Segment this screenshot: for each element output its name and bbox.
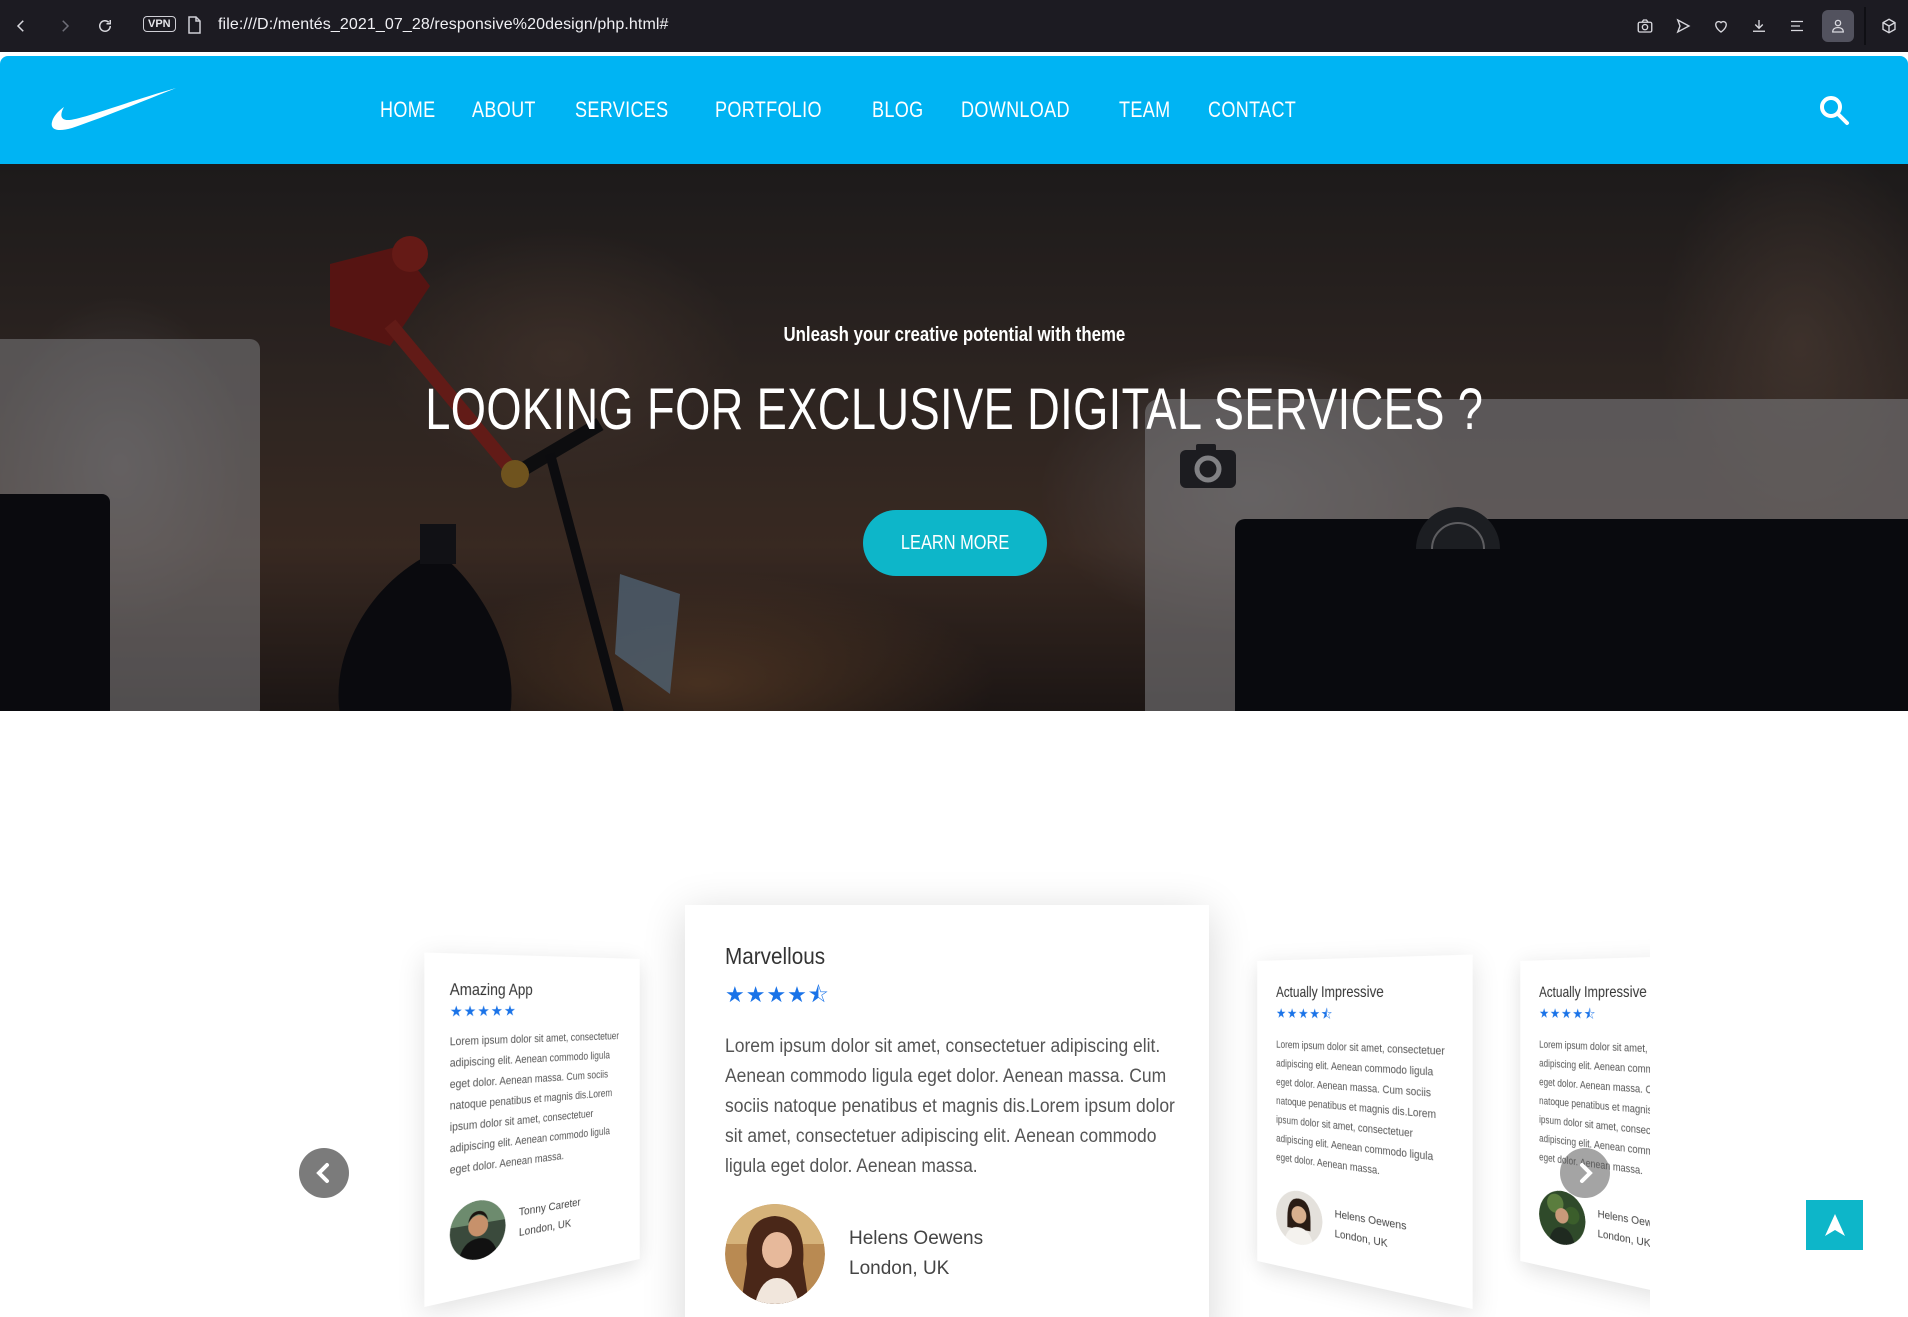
download-icon[interactable] (1740, 7, 1778, 45)
nav-services[interactable]: SERVICES (575, 97, 669, 123)
address-bar[interactable]: file:///D:/mentés_2021_07_28/responsive%… (218, 16, 669, 34)
web-page: HOME ABOUT SERVICES PORTFOLIO BLOG DOWNL… (0, 52, 1908, 1317)
testimonial-card[interactable]: Actually Impressive ★★★★⯪ Lorem ipsum do… (1257, 955, 1472, 1309)
back-icon[interactable] (9, 14, 33, 38)
nav-portfolio[interactable]: PORTFOLIO (715, 97, 822, 123)
author-info: Helens Oewens London, UK (1598, 1204, 1650, 1257)
star-rating: ★★★★⯪ (1539, 1004, 1650, 1031)
heart-icon[interactable] (1702, 7, 1740, 45)
author-info: Helens Oewens London, UK (1335, 1204, 1407, 1257)
avatar (725, 1204, 825, 1304)
testimonial-author: Helens Oewens London, UK (1276, 1187, 1447, 1274)
testimonial-title: Marvellous (725, 943, 1169, 970)
menu-icon[interactable] (1778, 7, 1816, 45)
hero-subtitle: Unleash your creative potential with the… (0, 324, 1908, 347)
chevron-right-icon (1573, 1161, 1597, 1185)
testimonial-text: Lorem ipsum dolor sit amet, consectetuer… (725, 1032, 1185, 1182)
toolbar-divider (1864, 7, 1866, 45)
star-rating: ★★★★⯪ (1276, 1004, 1447, 1031)
arrow-up-icon (1824, 1213, 1846, 1237)
learn-more-button[interactable]: LEARN MORE (863, 510, 1047, 576)
chevron-left-icon (312, 1161, 336, 1185)
nav-team[interactable]: TEAM (1119, 97, 1170, 123)
testimonial-carousel: Amazing App ★★★★★ Lorem ipsum dolor sit … (370, 711, 1650, 1317)
main-navigation: HOME ABOUT SERVICES PORTFOLIO BLOG DOWNL… (380, 56, 1316, 164)
search-icon[interactable] (1818, 94, 1850, 126)
nav-home[interactable]: HOME (380, 97, 435, 123)
forward-icon[interactable] (53, 14, 77, 38)
avatar (1276, 1187, 1322, 1249)
star-rating: ★★★★⯪ (725, 978, 1169, 1016)
carousel-next-button[interactable] (1560, 1148, 1610, 1198)
author-info: Tonny Careter London, UK (519, 1193, 581, 1244)
carousel-prev-button[interactable] (299, 1148, 349, 1198)
vpn-badge[interactable]: VPN (143, 16, 176, 32)
author-name: Helens Oewens (849, 1224, 983, 1254)
hero-section: Unleash your creative potential with the… (0, 164, 1908, 711)
testimonial-title: Actually Impressive (1539, 983, 1650, 1002)
scroll-to-top-button[interactable] (1806, 1200, 1863, 1250)
testimonial-card[interactable]: Amazing App ★★★★★ Lorem ipsum dolor sit … (424, 953, 639, 1307)
site-header: HOME ABOUT SERVICES PORTFOLIO BLOG DOWNL… (0, 56, 1908, 164)
testimonial-author: Helens Oewens London, UK (1539, 1187, 1650, 1274)
reload-icon[interactable] (93, 14, 117, 38)
testimonial-title: Amazing App (450, 981, 621, 1000)
send-icon[interactable] (1664, 7, 1702, 45)
testimonial-card[interactable]: Actually Impressive ★★★★⯪ Lorem ipsum do… (1520, 955, 1650, 1309)
profile-icon[interactable] (1822, 10, 1854, 42)
extension-box-icon[interactable] (1870, 7, 1908, 45)
testimonial-title: Actually Impressive (1276, 983, 1447, 1002)
avatar (450, 1196, 506, 1265)
hero-title: LOOKING FOR EXCLUSIVE DIGITAL SERVICES ? (0, 376, 1908, 443)
author-location: London, UK (849, 1254, 983, 1284)
testimonial-card-active[interactable]: Marvellous ★★★★⯪ Lorem ipsum dolor sit a… (685, 905, 1209, 1317)
testimonial-text: Lorem ipsum dolor sit amet, consectetuer… (1276, 1035, 1460, 1192)
nav-about[interactable]: ABOUT (472, 97, 536, 123)
nav-download[interactable]: DOWNLOAD (961, 97, 1070, 123)
nav-blog[interactable]: BLOG (872, 97, 923, 123)
testimonial-text: Lorem ipsum dolor sit amet, consectetuer… (450, 1027, 631, 1182)
browser-toolbar: VPN file:///D:/mentés_2021_07_28/respons… (0, 0, 1908, 52)
nav-contact[interactable]: CONTACT (1208, 97, 1296, 123)
star-rating: ★★★★★ (450, 1002, 621, 1021)
testimonial-author: Tonny Careter London, UK (450, 1179, 621, 1265)
testimonial-author: Helens Oewens London, UK (725, 1204, 1169, 1304)
page-icon (187, 16, 201, 34)
camera-icon[interactable] (1626, 7, 1664, 45)
swoosh-logo-icon[interactable] (50, 86, 178, 134)
testimonials-section: Amazing App ★★★★★ Lorem ipsum dolor sit … (0, 711, 1908, 1317)
author-info: Helens Oewens London, UK (849, 1224, 983, 1284)
